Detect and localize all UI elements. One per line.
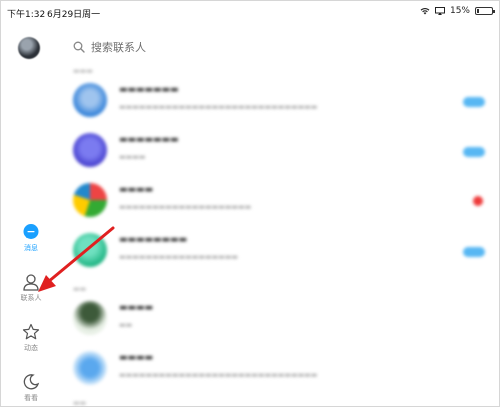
conversation-avatar	[73, 133, 107, 167]
moon-icon	[23, 374, 40, 390]
battery-fill	[477, 9, 479, 13]
sidebar-item-watch[interactable]: 看看	[1, 373, 61, 403]
conversation-avatar	[73, 83, 107, 117]
battery-percent: 15%	[449, 6, 470, 16]
conversation-preview-placeholder: ▬▬▬▬	[119, 153, 146, 161]
status-date: 6月29日周一	[47, 10, 101, 20]
list-item[interactable]: ▬▬▬▬ ▬▬▬▬▬▬▬▬▬▬▬▬▬▬▬▬▬▬▬▬▬▬▬▬▬▬▬▬▬▬	[63, 345, 500, 395]
person-icon	[23, 274, 39, 291]
conversation-name-placeholder: ▬▬▬▬	[119, 185, 154, 195]
star-icon	[22, 323, 40, 340]
search-icon	[73, 41, 85, 53]
sidebar-item-label: 看看	[24, 394, 38, 402]
sidebar-item-contacts[interactable]: 联系人	[1, 273, 61, 303]
search-bar[interactable]	[73, 36, 373, 58]
sidebar: 消息 联系人 动态 看看	[1, 23, 63, 407]
list-item[interactable]: ▬▬▬▬▬▬▬ ▬▬▬▬▬▬▬▬▬▬▬▬▬▬▬▬▬▬▬▬▬▬▬▬▬▬▬▬▬▬	[63, 77, 500, 127]
conversation-preview-placeholder: ▬▬▬▬▬▬▬▬▬▬▬▬▬▬▬▬▬▬	[119, 253, 239, 261]
user-avatar[interactable]	[18, 37, 40, 59]
unread-badge	[463, 97, 485, 107]
conversation-name-placeholder: ▬▬▬▬	[119, 353, 154, 363]
list-item[interactable]: ▬▬▬▬ ▬▬	[63, 295, 500, 345]
conversation-preview-placeholder: ▬▬▬▬▬▬▬▬▬▬▬▬▬▬▬▬▬▬▬▬▬▬▬▬▬▬▬▬▬▬	[119, 103, 318, 111]
list-item[interactable]: ▬▬▬▬▬▬▬▬ ▬▬▬▬▬▬▬▬▬▬▬▬▬▬▬▬▬▬	[63, 227, 500, 277]
battery-icon	[475, 7, 495, 15]
section-header: ▬▬	[73, 285, 87, 293]
conversation-preview-placeholder: ▬▬	[119, 321, 133, 329]
sidebar-item-dynamic[interactable]: 动态	[1, 323, 61, 353]
chat-bubble-icon	[23, 224, 39, 239]
status-bar: 下午1:32 6月29日周一 15%	[1, 1, 500, 23]
sidebar-item-label: 消息	[24, 244, 38, 252]
status-right: 15%	[420, 6, 495, 16]
conversation-name-placeholder: ▬▬▬▬▬▬▬	[119, 135, 179, 145]
app-window: 下午1:32 6月29日周一 15% 消息 联系人 动态 看看 搜索联系人 ▬▬…	[0, 0, 500, 407]
conversation-list: ▬▬▬ ▬▬▬▬▬▬▬ ▬▬▬▬▬▬▬▬▬▬▬▬▬▬▬▬▬▬▬▬▬▬▬▬▬▬▬▬…	[63, 63, 500, 407]
conversation-preview-placeholder: ▬▬▬▬▬▬▬▬▬▬▬▬▬▬▬▬▬▬▬▬	[119, 203, 252, 211]
conversation-avatar	[73, 351, 107, 385]
conversation-avatar	[73, 183, 107, 217]
alert-dot	[473, 196, 483, 206]
section-header: ▬▬	[73, 399, 87, 407]
conversation-name-placeholder: ▬▬▬▬	[119, 303, 154, 313]
conversation-name-placeholder: ▬▬▬▬▬▬▬▬	[119, 235, 188, 245]
conversation-avatar	[73, 301, 107, 335]
sidebar-item-messages[interactable]: 消息	[1, 223, 61, 253]
unread-badge	[463, 147, 485, 157]
search-input[interactable]	[91, 40, 291, 54]
screen-mirror-icon	[434, 7, 445, 15]
wifi-icon	[420, 8, 430, 15]
conversation-name-placeholder: ▬▬▬▬▬▬▬	[119, 85, 179, 95]
list-item[interactable]: ▬▬▬▬▬▬▬ ▬▬▬▬	[63, 127, 500, 177]
sidebar-item-label: 联系人	[20, 294, 42, 302]
list-item[interactable]: ▬▬▬▬ ▬▬▬▬▬▬▬▬▬▬▬▬▬▬▬▬▬▬▬▬	[63, 177, 500, 227]
status-time: 下午1:32	[7, 10, 46, 20]
sidebar-item-label: 动态	[24, 344, 38, 352]
conversation-avatar	[73, 233, 107, 267]
conversation-preview-placeholder: ▬▬▬▬▬▬▬▬▬▬▬▬▬▬▬▬▬▬▬▬▬▬▬▬▬▬▬▬▬▬	[119, 371, 318, 379]
unread-badge	[463, 247, 485, 257]
section-header: ▬▬▬	[73, 67, 93, 75]
